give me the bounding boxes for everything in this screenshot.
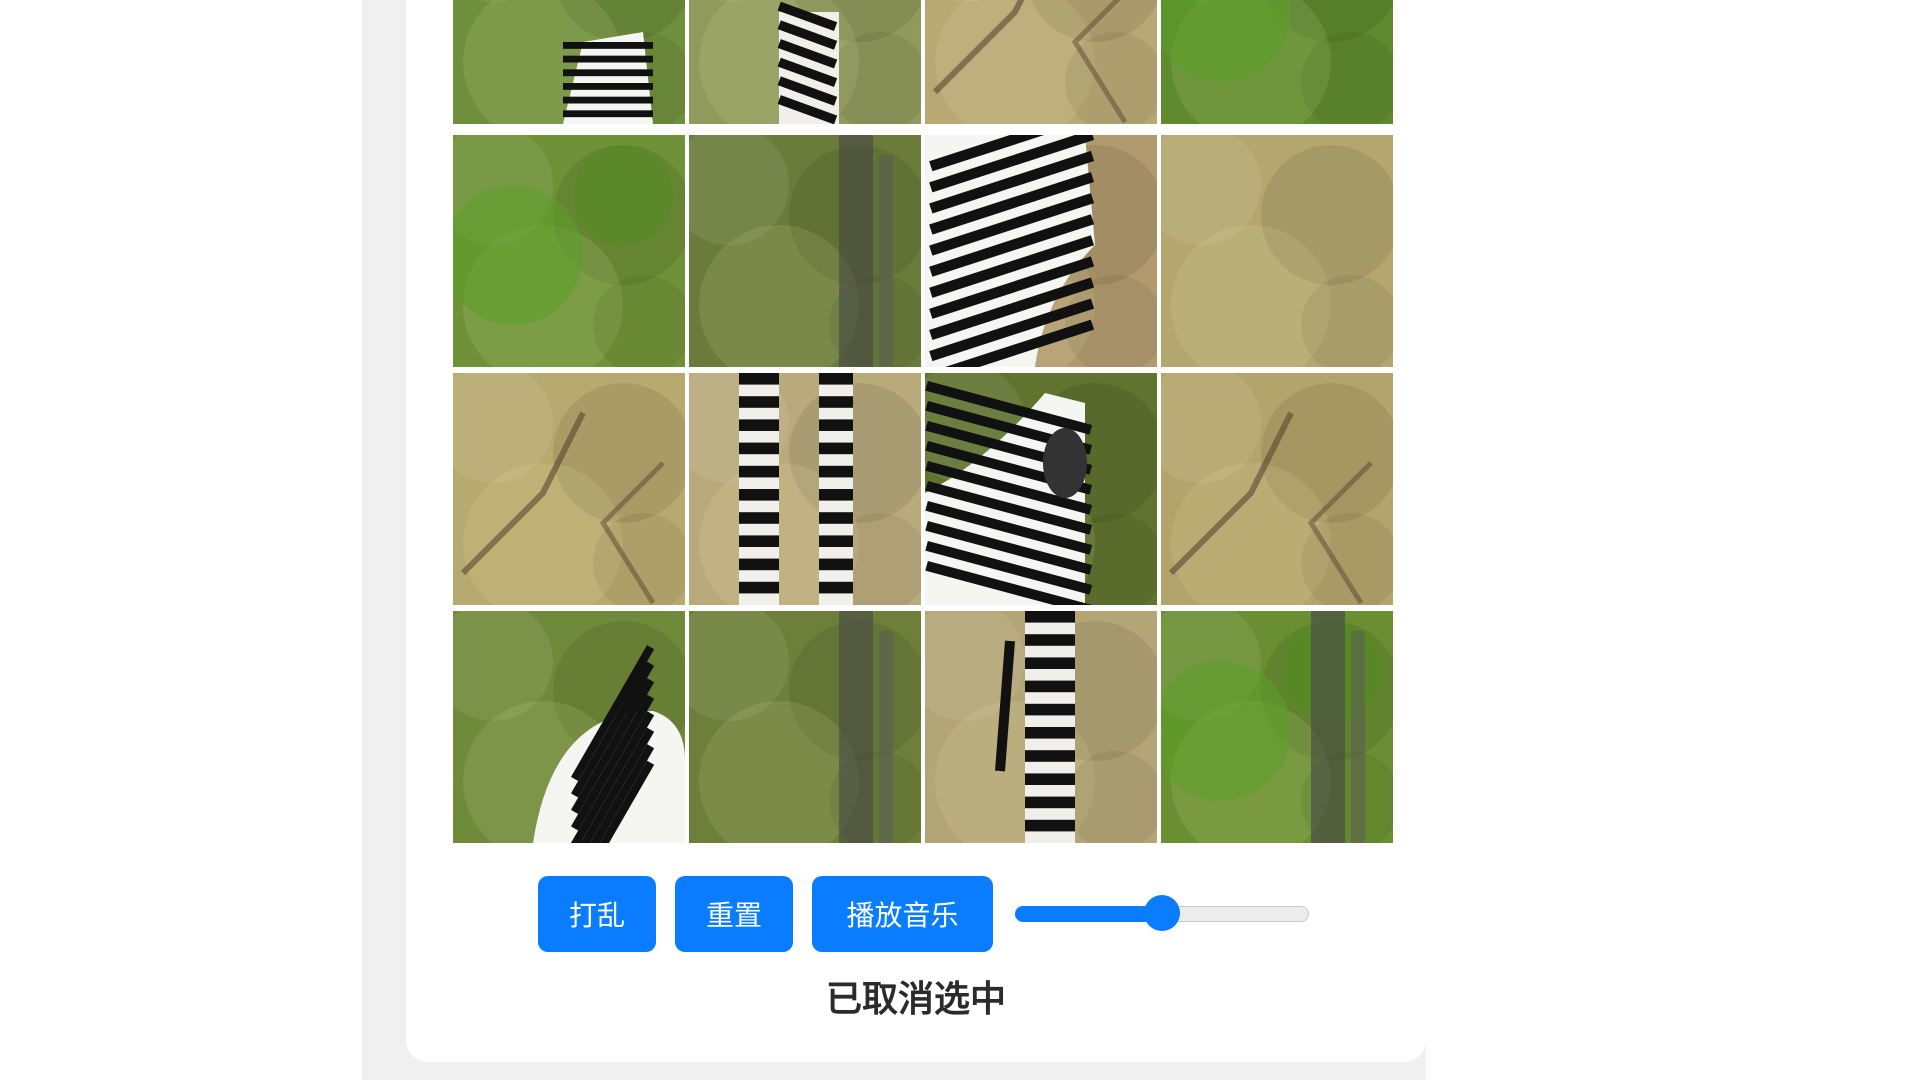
puzzle-tile[interactable] (925, 135, 1157, 367)
puzzle-tile[interactable] (1161, 373, 1393, 605)
volume-slider-fill (1015, 906, 1162, 922)
status-text: 已取消选中 (825, 979, 1006, 1020)
puzzle-tile[interactable] (689, 135, 921, 367)
puzzle-tile[interactable] (925, 0, 1157, 124)
puzzle-tile[interactable] (925, 611, 1157, 843)
controls-bar: 打乱 重置 播放音乐 (538, 876, 1309, 952)
puzzle-tile[interactable] (453, 611, 685, 843)
volume-slider[interactable] (1015, 895, 1309, 931)
shuffle-button[interactable]: 打乱 (538, 876, 656, 952)
puzzle-tile[interactable] (1161, 135, 1393, 367)
puzzle-tile[interactable] (1161, 611, 1393, 843)
play-music-button[interactable]: 播放音乐 (812, 876, 993, 952)
puzzle-tile[interactable] (453, 0, 685, 124)
puzzle-tile[interactable] (453, 135, 685, 367)
puzzle-tile[interactable] (453, 373, 685, 605)
volume-slider-thumb[interactable] (1144, 895, 1180, 931)
puzzle-tile[interactable] (689, 0, 921, 124)
puzzle-tile[interactable] (925, 373, 1157, 605)
reset-button[interactable]: 重置 (675, 876, 793, 952)
puzzle-tile[interactable] (689, 373, 921, 605)
puzzle-board (453, 0, 1397, 843)
puzzle-tile[interactable] (1161, 0, 1393, 124)
puzzle-tile[interactable] (689, 611, 921, 843)
